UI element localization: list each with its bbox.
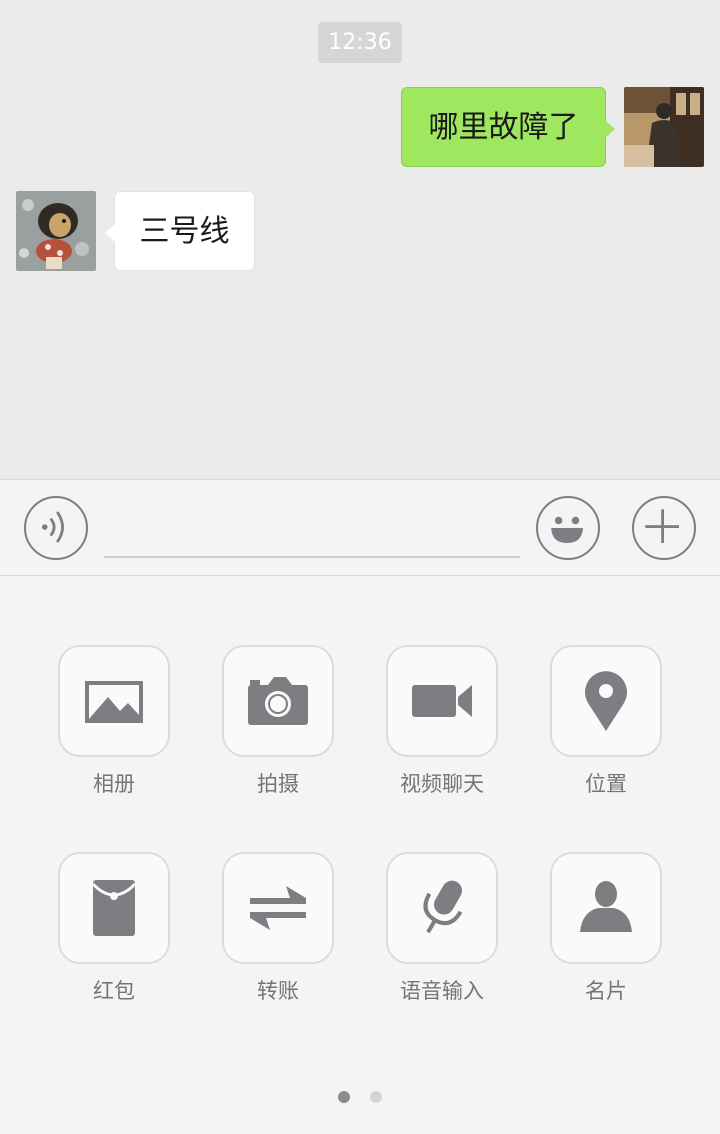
- my-avatar[interactable]: [624, 87, 704, 167]
- transfer-button[interactable]: [222, 852, 334, 964]
- voice-input-label: 语音输入: [400, 979, 484, 1003]
- video-call-button[interactable]: [386, 645, 498, 757]
- microphone-icon: [423, 880, 463, 934]
- chat-input-bar: [0, 479, 720, 576]
- received-message-bubble[interactable]: 三号线: [105, 191, 255, 271]
- location-label: 位置: [585, 772, 627, 796]
- emoji-icon: [551, 516, 583, 543]
- page-indicator-dot[interactable]: [370, 1091, 382, 1103]
- contact-card-button[interactable]: [550, 852, 662, 964]
- red-packet-icon: [91, 880, 137, 936]
- red-packet-button[interactable]: [58, 852, 170, 964]
- contact-card-label: 名片: [585, 979, 627, 1003]
- more-functions-button[interactable]: [632, 496, 696, 560]
- message-input[interactable]: [104, 500, 520, 558]
- voice-input-button[interactable]: [24, 496, 88, 560]
- contact-card-icon: [580, 881, 632, 932]
- message-timestamp: 12:36: [318, 22, 402, 63]
- camera-label: 拍摄: [257, 772, 299, 796]
- transfer-icon: [250, 886, 306, 930]
- video-call-label: 视频聊天: [400, 772, 484, 796]
- page-indicator-dot-active: [338, 1091, 350, 1103]
- contact-avatar[interactable]: [16, 191, 96, 271]
- red-packet-label: 红包: [93, 979, 135, 1003]
- transfer-label: 转账: [257, 979, 299, 1003]
- photo-album-icon: [85, 681, 143, 723]
- emoji-button[interactable]: [536, 496, 600, 560]
- contact-avatar-image: [16, 191, 96, 271]
- more-functions-panel: 相册 拍摄 视频聊天 位置 红包 转账 语音输入 名片: [0, 576, 720, 1134]
- voice-input-tool-button[interactable]: [386, 852, 498, 964]
- camera-icon: [248, 677, 308, 725]
- photo-album-button[interactable]: [58, 645, 170, 757]
- camera-button[interactable]: [222, 645, 334, 757]
- location-pin-icon: [585, 671, 627, 731]
- my-avatar-image: [624, 87, 704, 167]
- chat-area[interactable]: 12:36 哪里故障了 三号线: [0, 0, 720, 479]
- voice-icon: [41, 511, 64, 543]
- video-call-icon: [412, 685, 472, 717]
- location-button[interactable]: [550, 645, 662, 757]
- photo-album-label: 相册: [93, 772, 135, 796]
- plus-icon: [645, 509, 679, 543]
- sent-message-bubble[interactable]: 哪里故障了: [401, 87, 615, 167]
